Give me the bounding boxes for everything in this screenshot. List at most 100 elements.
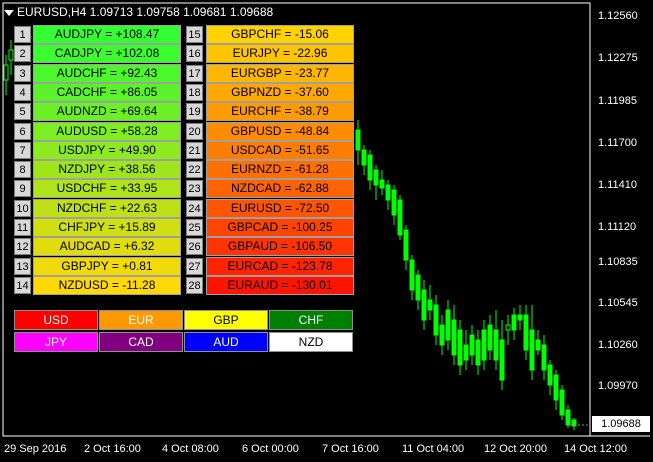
rank-number[interactable]: 25 bbox=[186, 219, 203, 236]
pair-strength-cell[interactable]: AUDCAD = +6.32 bbox=[33, 237, 181, 257]
price-tick-label: 1.12275 bbox=[598, 52, 638, 64]
rank-number[interactable]: 20 bbox=[186, 122, 203, 140]
candle-body bbox=[415, 274, 421, 301]
rank-number[interactable]: 4 bbox=[14, 83, 31, 101]
candle-body bbox=[427, 299, 433, 311]
candle-body bbox=[493, 329, 499, 361]
symbol-info: EURUSD,H4 1.09713 1.09758 1.09681 1.0968… bbox=[17, 5, 274, 19]
currency-button-jpy[interactable]: JPY bbox=[14, 332, 98, 352]
pair-strength-cell[interactable]: EURCAD = -123.78 bbox=[206, 256, 354, 276]
pair-strength-cell[interactable]: EURJPY = -22.96 bbox=[206, 44, 354, 64]
pair-strength-cell[interactable]: EURNZD = -61.28 bbox=[206, 160, 354, 180]
time-tick-label: 7 Oct 16:00 bbox=[322, 443, 379, 455]
candle-body bbox=[559, 389, 565, 416]
rank-number[interactable]: 22 bbox=[186, 161, 203, 179]
pair-strength-cell[interactable]: USDCHF = +33.95 bbox=[33, 179, 181, 199]
pair-strength-cell[interactable]: GBPUSD = -48.84 bbox=[206, 121, 354, 141]
rank-number[interactable]: 17 bbox=[186, 64, 203, 82]
time-tick-label: 14 Oct 12:00 bbox=[564, 443, 627, 455]
pair-strength-cell[interactable]: EURGBP = -23.77 bbox=[206, 63, 354, 83]
pair-strength-cell[interactable]: GBPCAD = -100.25 bbox=[206, 218, 354, 237]
candle-body bbox=[373, 169, 379, 186]
rank-number[interactable]: 6 bbox=[14, 122, 31, 140]
currency-button-nzd[interactable]: NZD bbox=[269, 332, 353, 352]
pair-strength-cell[interactable]: CADJPY = +102.08 bbox=[33, 44, 181, 64]
price-tick-label: 1.11120 bbox=[598, 221, 637, 233]
currency-button-usd[interactable]: USD bbox=[14, 310, 98, 330]
candle-body bbox=[397, 199, 403, 236]
candle-body bbox=[421, 289, 427, 321]
rank-number[interactable]: 2 bbox=[14, 45, 31, 63]
time-tick-label: 2 Oct 16:00 bbox=[84, 443, 141, 455]
pair-strength-cell[interactable]: NZDJPY = +38.56 bbox=[33, 160, 181, 180]
time-tick-label: 12 Oct 20:00 bbox=[484, 443, 547, 455]
rank-number[interactable]: 12 bbox=[14, 238, 31, 256]
candle-body bbox=[409, 259, 415, 291]
rank-number[interactable]: 23 bbox=[186, 180, 203, 198]
pair-strength-cell[interactable]: AUDCHF = +92.43 bbox=[33, 63, 181, 83]
candle-body bbox=[433, 304, 439, 336]
time-tick-label: 4 Oct 08:00 bbox=[162, 443, 219, 455]
candle-body bbox=[469, 334, 475, 356]
candle-body bbox=[3, 64, 9, 81]
rank-number[interactable]: 16 bbox=[186, 45, 203, 63]
rank-number[interactable]: 26 bbox=[186, 238, 203, 256]
pair-strength-cell[interactable]: EURCHF = -38.79 bbox=[206, 102, 354, 122]
rank-number[interactable]: 1 bbox=[14, 26, 31, 43]
currency-button-eur[interactable]: EUR bbox=[99, 310, 183, 330]
pair-strength-cell[interactable]: GBPAUD = -106.50 bbox=[206, 237, 354, 257]
candle-body bbox=[445, 309, 451, 341]
candle-body bbox=[511, 314, 517, 331]
rank-number[interactable]: 24 bbox=[186, 199, 203, 217]
candle-body bbox=[451, 319, 457, 356]
pair-strength-cell[interactable]: USDCAD = -51.65 bbox=[206, 140, 354, 160]
pair-strength-cell[interactable]: AUDNZD = +69.64 bbox=[33, 102, 181, 122]
pair-strength-cell[interactable]: NZDUSD = -11.28 bbox=[33, 275, 181, 295]
pair-strength-cell[interactable]: AUDUSD = +58.28 bbox=[33, 121, 181, 141]
rank-number[interactable]: 21 bbox=[186, 141, 203, 159]
rank-number[interactable]: 10 bbox=[14, 199, 31, 217]
rank-number[interactable]: 19 bbox=[186, 103, 203, 121]
pair-strength-cell[interactable]: CHFJPY = +15.89 bbox=[33, 218, 181, 237]
candle-body bbox=[403, 229, 409, 261]
candle-body bbox=[553, 374, 559, 401]
price-tick-label: 1.09970 bbox=[598, 380, 638, 392]
candle-body bbox=[379, 179, 385, 189]
currency-button-cad[interactable]: CAD bbox=[99, 332, 183, 352]
rank-number[interactable]: 3 bbox=[14, 64, 31, 82]
time-tick-label: 29 Sep 2016 bbox=[4, 443, 67, 455]
price-tick-label: 1.12560 bbox=[598, 10, 638, 22]
pair-strength-cell[interactable]: NZDCAD = -62.88 bbox=[206, 179, 354, 199]
currency-button-aud[interactable]: AUD bbox=[184, 332, 268, 352]
currency-button-chf[interactable]: CHF bbox=[269, 310, 353, 330]
currency-button-gbp[interactable]: GBP bbox=[184, 310, 268, 330]
rank-number[interactable]: 13 bbox=[14, 257, 31, 275]
pair-strength-cell[interactable]: USDJPY = +49.90 bbox=[33, 140, 181, 160]
rank-number[interactable]: 8 bbox=[14, 161, 31, 179]
candle-body bbox=[487, 324, 493, 351]
pair-strength-cell[interactable]: EURUSD = -72.50 bbox=[206, 198, 354, 218]
rank-number[interactable]: 11 bbox=[14, 219, 31, 236]
candle-body bbox=[8, 49, 14, 61]
candle-body bbox=[499, 339, 505, 381]
rank-number[interactable]: 27 bbox=[186, 257, 203, 275]
pair-strength-cell[interactable]: GBPJPY = +0.81 bbox=[33, 256, 181, 276]
rank-number[interactable]: 7 bbox=[14, 141, 31, 159]
rank-number[interactable]: 28 bbox=[186, 276, 203, 294]
candle-body bbox=[355, 129, 361, 151]
rank-number[interactable]: 9 bbox=[14, 180, 31, 198]
rank-number[interactable]: 14 bbox=[14, 276, 31, 294]
dropdown-triangle-icon[interactable] bbox=[4, 9, 14, 16]
pair-strength-cell[interactable]: CADCHF = +86.05 bbox=[33, 82, 181, 102]
pair-strength-cell[interactable]: NZDCHF = +22.63 bbox=[33, 198, 181, 218]
pair-strength-cell[interactable]: EURAUD = -130.01 bbox=[206, 275, 354, 295]
pair-strength-cell[interactable]: GBPNZD = -37.60 bbox=[206, 82, 354, 102]
pair-strength-cell[interactable]: GBPCHF = -15.06 bbox=[206, 25, 354, 44]
candle-body bbox=[385, 184, 391, 201]
candle-body bbox=[535, 339, 541, 351]
rank-number[interactable]: 15 bbox=[186, 26, 203, 43]
rank-number[interactable]: 18 bbox=[186, 83, 203, 101]
pair-strength-cell[interactable]: AUDJPY = +108.47 bbox=[33, 25, 181, 44]
candle-body bbox=[547, 364, 553, 386]
rank-number[interactable]: 5 bbox=[14, 103, 31, 121]
